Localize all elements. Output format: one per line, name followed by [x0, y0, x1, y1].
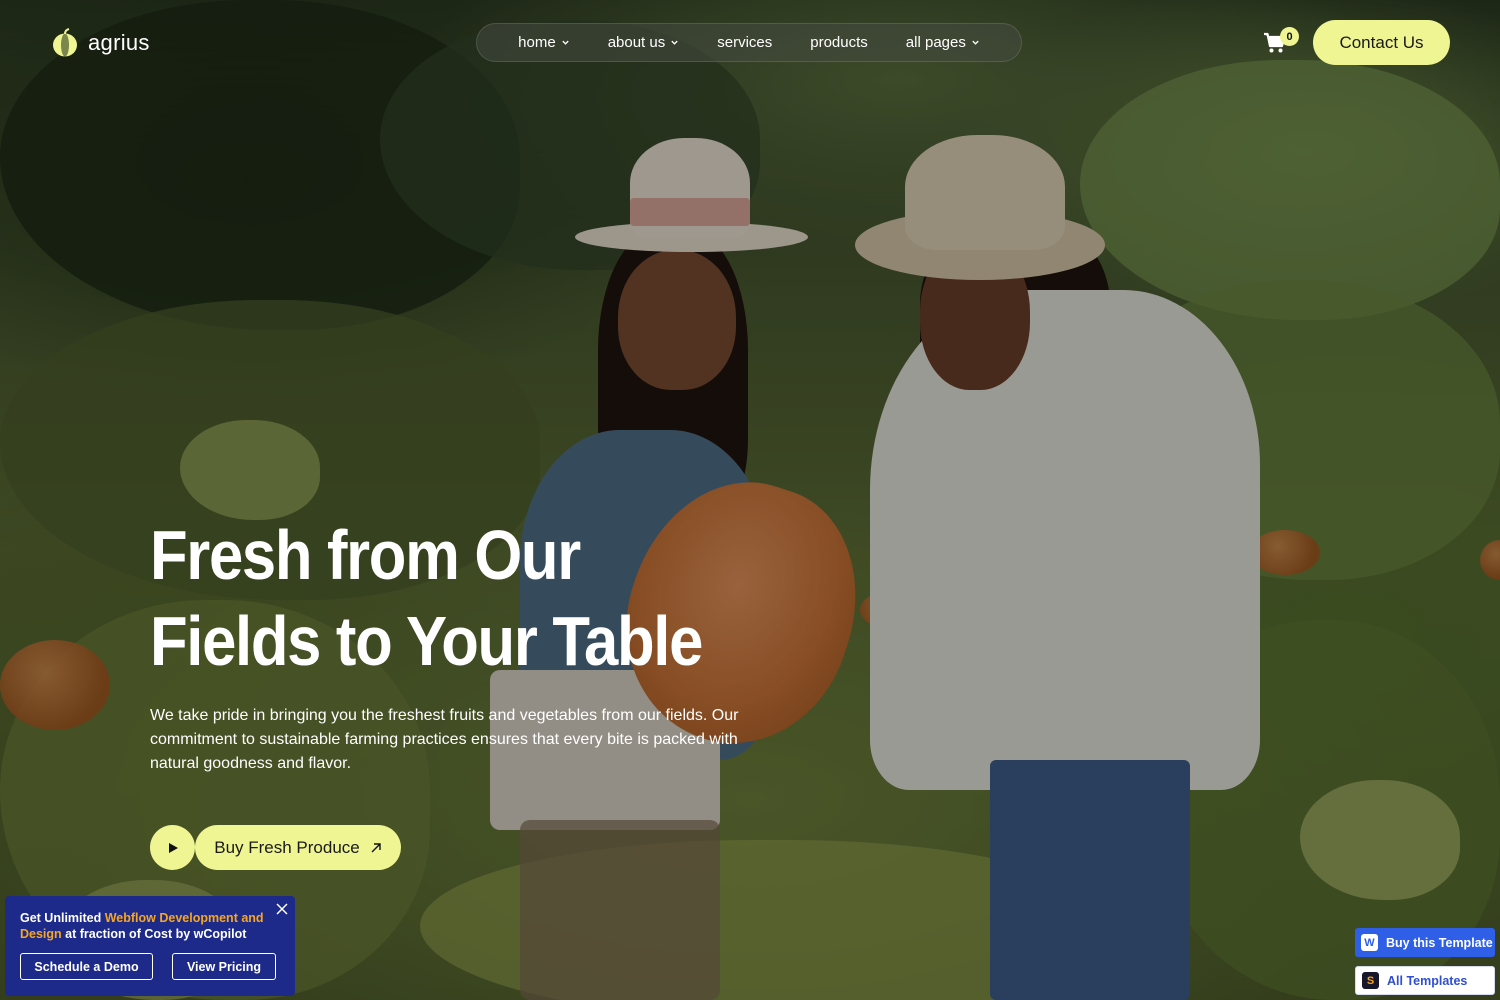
wcopilot-promo-banner: Get Unlimited Webflow Development and De…: [5, 896, 295, 996]
all-templates-button[interactable]: S All Templates: [1355, 966, 1495, 995]
contact-us-button[interactable]: Contact Us: [1313, 20, 1450, 65]
buy-fresh-produce-button[interactable]: Buy Fresh Produce: [195, 825, 401, 870]
chevron-down-icon: [671, 40, 678, 45]
promo-text-prefix: Get Unlimited: [20, 911, 105, 925]
play-video-button[interactable]: [150, 825, 195, 870]
buy-this-template-button[interactable]: W Buy this Template: [1355, 928, 1495, 957]
nav-item-label: home: [518, 34, 556, 51]
nav-item-label: about us: [607, 34, 666, 51]
play-icon: [168, 842, 178, 853]
main-navigation: home about us services products all page…: [476, 23, 1022, 62]
brand-name: agrius: [88, 30, 150, 55]
hero-headline-line-1: Fresh from Our: [150, 516, 581, 594]
chevron-down-icon: [562, 40, 569, 45]
arrow-up-right-icon: [371, 842, 381, 852]
nav-item-home[interactable]: home: [518, 34, 570, 51]
hero-description: We take pride in bringing you the freshe…: [150, 707, 739, 772]
promo-text-suffix: at fraction of Cost by wCopilot: [61, 927, 247, 941]
brand-logo[interactable]: agrius: [50, 28, 150, 58]
nav-item-products[interactable]: products: [810, 34, 868, 51]
nav-item-label: services: [717, 34, 773, 51]
cart-count-badge: 0: [1280, 27, 1299, 46]
chevron-down-icon: [972, 40, 979, 45]
hero-headline-line-2: Fields to Your Table: [150, 602, 703, 680]
buy-button-label: Buy Fresh Produce: [214, 837, 360, 857]
apple-logo-icon: [50, 28, 80, 58]
nav-item-label: products: [810, 34, 868, 51]
close-icon[interactable]: [275, 902, 289, 916]
nav-item-services[interactable]: services: [717, 34, 772, 51]
view-pricing-button[interactable]: View Pricing: [172, 953, 276, 980]
promo-text: Get Unlimited Webflow Development and De…: [20, 910, 265, 942]
nav-item-label: all pages: [905, 34, 966, 51]
wcopilot-icon: S: [1362, 972, 1379, 989]
schedule-demo-button[interactable]: Schedule a Demo: [20, 953, 153, 980]
webflow-icon: W: [1361, 934, 1378, 951]
nav-item-about-us[interactable]: about us: [608, 34, 680, 51]
nav-item-all-pages[interactable]: all pages: [906, 34, 980, 51]
buy-template-label: Buy this Template: [1386, 935, 1493, 950]
all-templates-label: All Templates: [1387, 973, 1468, 988]
hero-headline: Fresh from Our Fields to Your Table: [150, 512, 784, 684]
